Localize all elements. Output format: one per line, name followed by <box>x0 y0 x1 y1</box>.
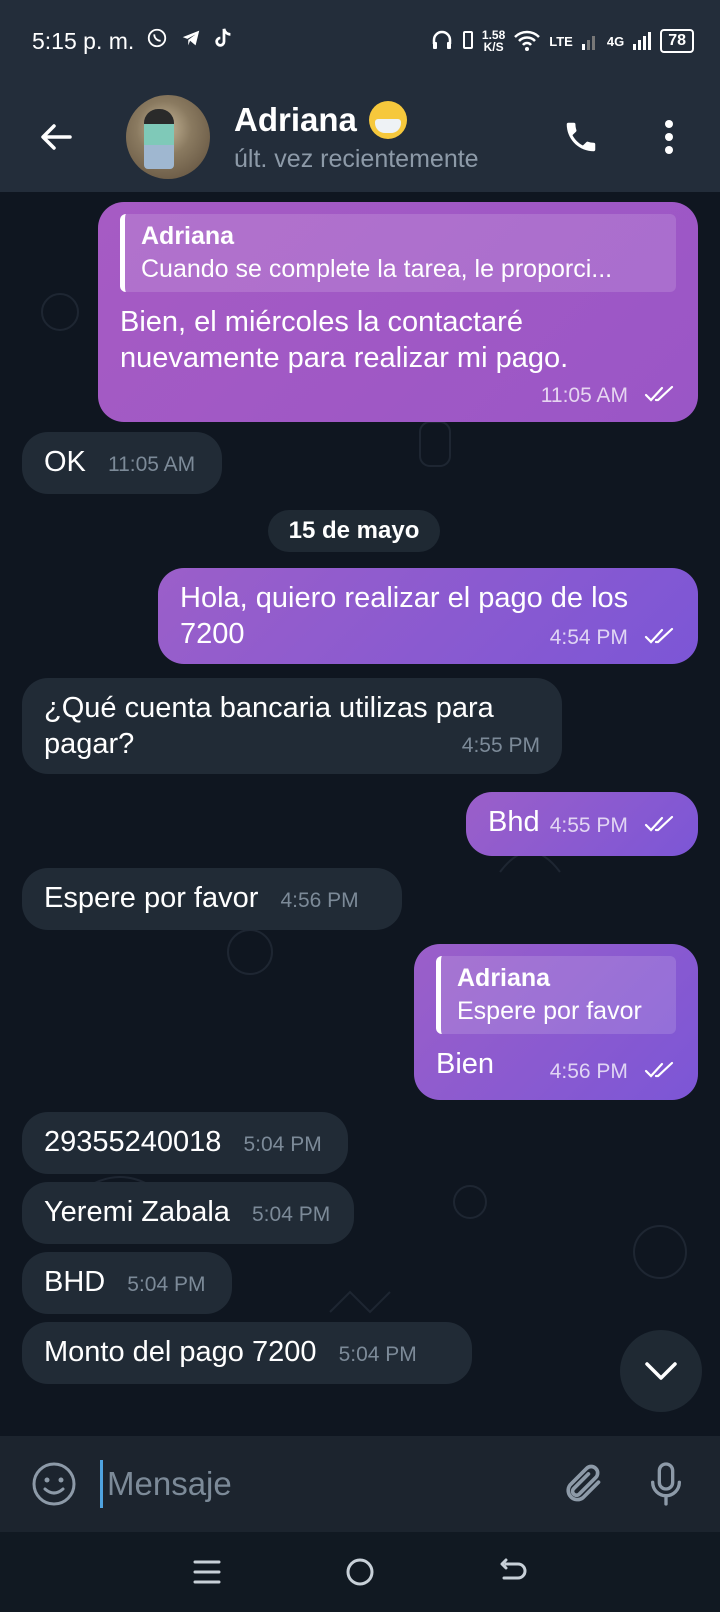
mask-emoji-icon <box>368 100 407 139</box>
system-nav-bar <box>0 1532 720 1612</box>
message-meta: 11:05 AM <box>541 375 676 414</box>
last-seen-status: últ. vez recientemente <box>234 144 479 173</box>
double-check-icon <box>644 816 674 832</box>
reply-text: Cuando se complete la tarea, le proporci… <box>141 255 613 283</box>
message-composer <box>0 1436 720 1532</box>
back-button[interactable] <box>34 115 78 159</box>
date-separator: 15 de mayo <box>268 510 440 552</box>
speed-unit: K/S <box>483 40 504 54</box>
message-time: 4:55 PM <box>549 814 628 837</box>
wifi-icon <box>513 28 541 55</box>
paperclip-icon <box>566 1464 601 1502</box>
message-time: 4:56 PM <box>549 1060 628 1083</box>
reply-quote[interactable]: Adriana Cuando se complete la tarea, le … <box>120 214 676 292</box>
network-speed: 1.58 K/S <box>482 29 505 53</box>
incoming-message[interactable]: BHD 5:04 PM <box>22 1252 232 1314</box>
back-nav-button[interactable] <box>493 1552 533 1592</box>
microphone-icon <box>651 1462 681 1506</box>
outgoing-message[interactable]: Adriana Espere por favor Bien 4:56 PM <box>414 944 698 1100</box>
reply-author: Adriana <box>141 222 235 250</box>
message-text: OK <box>44 446 86 478</box>
incoming-message[interactable]: Yeremi Zabala 5:04 PM <box>22 1182 354 1244</box>
contact-avatar[interactable] <box>126 95 210 179</box>
vibrate-battery-icon <box>462 28 474 55</box>
incoming-message[interactable]: OK 11:05 AM <box>22 432 222 494</box>
reply-author: Adriana <box>457 964 551 992</box>
message-meta: 4:55 PM <box>550 805 676 844</box>
contact-info[interactable]: Adriana últ. vez recientemente <box>234 100 556 174</box>
outgoing-message[interactable]: Bhd 4:55 PM <box>466 792 698 856</box>
headphones-icon <box>430 28 454 55</box>
incoming-message[interactable]: ¿Qué cuenta bancaria utilizas para pagar… <box>22 678 562 774</box>
status-bar: 5:15 p. m. 1.58 K/S LTE 4G 78 <box>0 0 720 82</box>
double-check-icon <box>644 628 674 644</box>
message-text-line: nuevamente para realizar mi pago. <box>120 342 569 374</box>
call-button[interactable] <box>556 112 606 162</box>
battery-indicator: 78 <box>660 29 694 53</box>
message-time: 5:04 PM <box>252 1203 331 1226</box>
outgoing-message[interactable]: Adriana Cuando se complete la tarea, le … <box>98 202 698 422</box>
telegram-icon <box>180 27 202 55</box>
incoming-message[interactable]: Monto del pago 7200 5:04 PM <box>22 1322 472 1384</box>
message-text-line: ¿Qué cuenta bancaria utilizas para <box>44 692 494 724</box>
chat-header: Adriana últ. vez recientemente <box>0 82 720 192</box>
menu-lines-icon <box>193 1560 221 1584</box>
arrow-left-icon <box>41 124 72 150</box>
status-time: 5:15 p. m. <box>32 27 135 54</box>
chat-area[interactable]: Adriana Cuando se complete la tarea, le … <box>0 192 720 1436</box>
more-vertical-icon <box>665 120 673 154</box>
message-text: 29355240018 <box>44 1126 222 1158</box>
message-input[interactable] <box>100 1460 558 1508</box>
message-time: 4:54 PM <box>549 626 628 649</box>
message-time: 4:55 PM <box>461 734 540 757</box>
signal-icon-2 <box>632 29 652 54</box>
incoming-message[interactable]: 29355240018 5:04 PM <box>22 1112 348 1174</box>
message-time: 5:04 PM <box>243 1133 322 1156</box>
smiley-icon <box>32 1462 76 1506</box>
message-text: Bien <box>436 1048 495 1080</box>
whatsapp-icon <box>146 27 168 55</box>
status-left: 5:15 p. m. <box>32 27 234 55</box>
message-text: Yeremi Zabala <box>44 1196 230 1228</box>
phone-icon <box>566 122 596 152</box>
message-meta: 4:56 PM <box>550 1051 676 1090</box>
attach-button[interactable] <box>558 1460 606 1508</box>
message-text: Bhd <box>488 806 540 838</box>
message-text-line: Hola, quiero realizar el pago de los <box>180 582 629 614</box>
double-check-icon <box>644 1062 674 1078</box>
scroll-to-bottom-button[interactable] <box>620 1330 702 1412</box>
contact-name-row: Adriana <box>234 100 556 139</box>
signal-icon-1 <box>581 29 599 54</box>
network-type-label: 4G <box>606 33 625 49</box>
message-time: 5:04 PM <box>338 1343 417 1366</box>
message-time: 11:05 AM <box>540 384 628 407</box>
incoming-message[interactable]: Espere por favor 4:56 PM <box>22 868 402 930</box>
reply-text: Espere por favor <box>457 997 642 1025</box>
message-text: Espere por favor <box>44 882 259 914</box>
lte-label: LTE <box>549 33 573 49</box>
status-right: 1.58 K/S LTE 4G 78 <box>430 28 694 55</box>
message-time: 5:04 PM <box>127 1273 206 1296</box>
home-button[interactable] <box>340 1552 380 1592</box>
double-check-icon <box>644 386 674 402</box>
message-text: BHD <box>44 1266 106 1298</box>
emoji-button[interactable] <box>30 1460 78 1508</box>
back-arrow-icon <box>500 1558 527 1580</box>
message-time: 4:56 PM <box>280 889 359 912</box>
message-text: Monto del pago 7200 <box>44 1336 317 1368</box>
more-options-button[interactable] <box>644 112 694 162</box>
contact-name: Adriana <box>234 100 357 138</box>
avatar-photo <box>144 109 174 169</box>
recents-button[interactable] <box>187 1552 227 1592</box>
home-circle-icon <box>346 1558 374 1586</box>
outgoing-message[interactable]: Hola, quiero realizar el pago de los 720… <box>158 568 698 664</box>
message-time: 11:05 AM <box>107 453 196 476</box>
chevron-down-icon <box>645 1362 677 1380</box>
tiktok-icon <box>214 27 234 55</box>
reply-quote[interactable]: Adriana Espere por favor <box>436 956 676 1034</box>
microphone-button[interactable] <box>642 1460 690 1508</box>
message-text-line: Bien, el miércoles la contactaré <box>120 306 523 338</box>
message-meta: 4:54 PM <box>550 617 676 656</box>
